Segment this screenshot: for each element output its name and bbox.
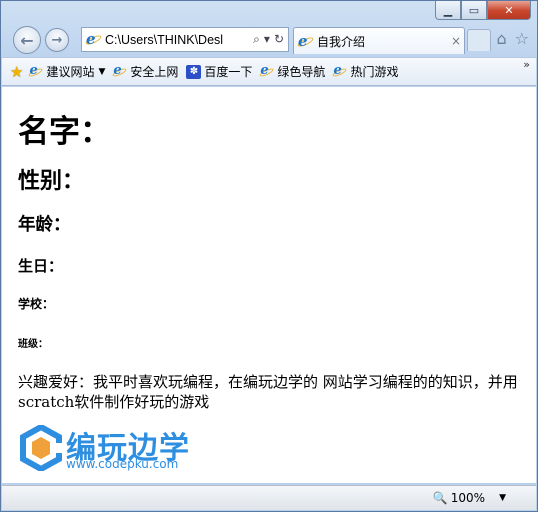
favorites-item-safe[interactable]: e 安全上网 [112,63,179,80]
status-bar: 🔍 100% ▼ [2,485,536,510]
heading-name: 名字： [18,114,111,150]
logo-url: www.codepku.com [66,457,179,471]
tab-active[interactable]: e 自我介绍 × [293,27,465,54]
baidu-paw-icon: ✽ [186,64,202,79]
new-tab-button[interactable] [467,29,491,51]
favorites-add-icon[interactable]: ★ [10,63,23,81]
favorites-item-games[interactable]: e 热门游戏 [332,63,399,80]
window-caption-buttons: ▁ ▭ ✕ [435,1,531,21]
ie-tab-icon: e [296,32,315,50]
favorites-star-icon[interactable]: ☆ [515,29,529,48]
ie-icon: e [28,63,44,79]
favorites-overflow-icon[interactable]: » [523,58,530,71]
codepku-hexagon-icon [20,425,62,471]
favorites-bar: ★ e 建议网站 ▼ e 安全上网 ✽ 百度一下 e 绿色导航 e 热门游戏 » [2,57,536,86]
hobby-paragraph: 兴趣爱好：我平时喜欢玩编程，在编玩边学的 网站学习编程的的知识，并用scratc… [18,373,518,411]
heading-age: 年龄： [18,215,71,235]
heading-gender: 性别： [18,168,85,194]
favorites-item-green-nav[interactable]: e 绿色导航 [259,63,326,80]
zoom-level[interactable]: 100% [451,491,485,505]
favorites-item-label: 绿色导航 [277,65,326,79]
toolbar-right-icons: ⌂ ☆ [497,29,530,48]
back-button[interactable]: ← [13,26,41,54]
codepku-logo: 编玩边学 www.codepku.com [20,423,210,473]
ie-icon: e [332,63,348,79]
favorites-item-label: 安全上网 [130,65,179,79]
tab-title: 自我介绍 [317,34,366,49]
favorites-item-label: 建议网站 [46,65,95,79]
maximize-button[interactable]: ▭ [461,1,487,20]
favorites-item-label: 百度一下 [204,65,253,79]
favorites-item-suggested[interactable]: e 建议网站 ▼ [28,63,105,80]
ie-icon: e [112,63,128,79]
heading-birthday: 生日： [18,257,64,275]
browser-window: ▁ ▭ ✕ ← → e C:\Users\THINK\Desl ⌕ ▾ ↻ e … [0,0,538,512]
dropdown-icon[interactable]: ▾ [264,32,270,47]
back-arrow-icon: ← [20,30,34,50]
navigation-row: ← → e C:\Users\THINK\Desl ⌕ ▾ ↻ e 自我介绍 ×… [7,25,531,55]
minimize-button[interactable]: ▁ [435,1,461,20]
zoom-icon[interactable]: 🔍 [433,491,448,505]
address-bar[interactable]: e C:\Users\THINK\Desl ⌕ ▾ ↻ [81,27,289,52]
tab-close-icon[interactable]: × [448,34,464,48]
favorites-item-baidu[interactable]: ✽ 百度一下 [186,63,252,80]
favorites-item-label: 热门游戏 [350,65,399,79]
address-text[interactable]: C:\Users\THINK\Desl [105,33,249,47]
heading-class: 班级： [18,339,48,350]
search-icon[interactable]: ⌕ [253,32,260,47]
forward-button[interactable]: → [45,28,69,52]
page-content: 名字： 性别： 年龄： 生日： 学校： 班级： 兴趣爱好：我平时喜欢玩编程，在编… [2,87,536,483]
forward-arrow-icon: → [51,32,63,48]
ie-icon: e [259,63,275,79]
chevron-down-icon[interactable]: ▼ [98,67,105,77]
refresh-icon[interactable]: ↻ [274,32,284,47]
ie-page-icon: e [84,30,103,48]
home-icon[interactable]: ⌂ [497,29,507,48]
heading-school: 学校： [18,297,55,311]
close-window-button[interactable]: ✕ [487,1,531,20]
zoom-dropdown-icon[interactable]: ▼ [499,493,506,503]
